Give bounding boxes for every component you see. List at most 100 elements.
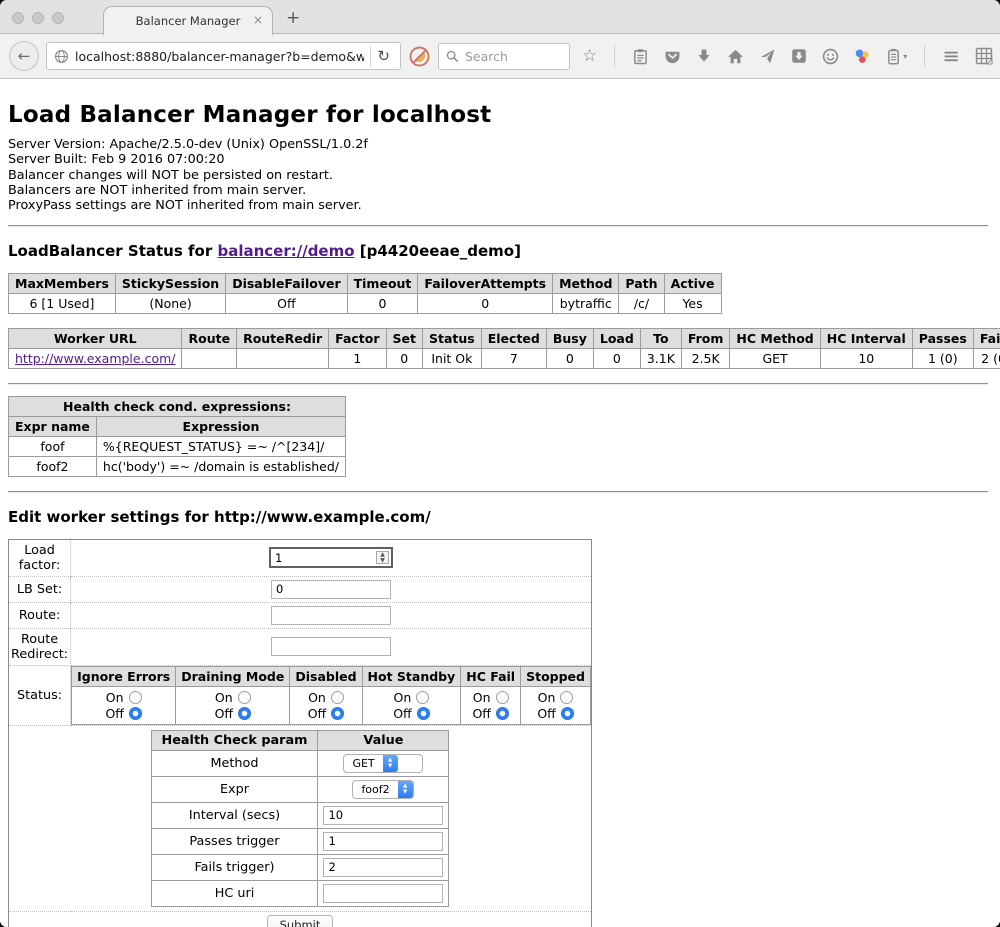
download-icon[interactable] [696, 48, 712, 64]
home-icon[interactable] [727, 48, 744, 65]
zoom-window-button[interactable] [52, 12, 64, 24]
radio-off-selected[interactable] [561, 707, 574, 720]
radio-on[interactable] [129, 691, 142, 704]
address-bar[interactable]: localhost:8880/balancer-manager?b=demo&w… [46, 42, 401, 70]
fails-input[interactable] [323, 858, 443, 877]
radio-off-label: Off [472, 706, 490, 721]
radio-off-selected[interactable] [417, 707, 430, 720]
cell: 6 [1 Used] [9, 293, 116, 313]
tab-balancer-manager[interactable]: Balancer Manager × [103, 6, 273, 35]
pocket-icon[interactable] [664, 48, 681, 65]
toolbar-buttons: ☆ [582, 45, 993, 67]
cell: 0 [546, 348, 593, 368]
cell: 1 (0) [912, 348, 973, 368]
route-redirect-input[interactable] [271, 637, 391, 656]
shield-block-icon[interactable] [408, 45, 431, 68]
radio-on[interactable] [238, 691, 251, 704]
radio-off-label: Off [308, 706, 326, 721]
download-square-icon[interactable] [791, 48, 807, 64]
status-radio-cell: On Off [176, 686, 290, 724]
hc-uri-input[interactable] [323, 884, 443, 903]
cell: /c/ [619, 293, 664, 313]
cell: GET [730, 348, 820, 368]
column-header: HC Interval [820, 328, 912, 348]
radio-on[interactable] [331, 691, 344, 704]
menu-icon[interactable]: ≡ [942, 48, 960, 65]
hc-row-interval: Interval (secs) [151, 802, 449, 828]
edit-worker-form: Load factor: ▲▼ LB Set: Route: [8, 539, 592, 927]
tab-bar: Balancer Manager × + [0, 0, 1000, 34]
cell: (None) [115, 293, 225, 313]
submit-button[interactable]: Submit [267, 915, 334, 927]
worker-data-row: http://www.example.com/ 10Init Ok7003.1K… [9, 348, 1000, 368]
hc-params-table: Health Check param Value Method GET ▲▼ [151, 730, 450, 907]
column-header: HC Method [730, 328, 820, 348]
page-content: Load Balancer Manager for localhost Serv… [0, 79, 1000, 927]
field-label: Route Redirect: [9, 628, 71, 665]
column-header: Timeout [347, 273, 418, 293]
radio-on[interactable] [496, 691, 509, 704]
radio-off-selected[interactable] [496, 707, 509, 720]
column-header: Active [664, 273, 721, 293]
worker-url-link[interactable]: http://www.example.com/ [15, 351, 175, 366]
send-icon[interactable] [759, 48, 776, 65]
passes-input[interactable] [323, 832, 443, 851]
lb-set-input[interactable] [271, 580, 391, 599]
balancer-link[interactable]: balancer://demo [217, 242, 354, 260]
smiley-icon[interactable] [822, 48, 839, 65]
clipboard-icon[interactable] [632, 48, 649, 65]
window-controls [12, 12, 64, 24]
cell: 0 [386, 348, 422, 368]
expr-name-cell: foof2 [9, 456, 97, 476]
edit-worker-heading: Edit worker settings for http://www.exam… [8, 508, 988, 526]
radio-on-label: On [538, 690, 556, 705]
back-button[interactable]: ← [9, 41, 39, 71]
radio-off-selected[interactable] [129, 707, 142, 720]
form-row-submit: Submit [9, 911, 592, 927]
number-spinner-icon[interactable]: ▲▼ [376, 551, 389, 564]
cell: 0 [418, 293, 553, 313]
column-header: Path [619, 273, 664, 293]
new-tab-button[interactable]: + [286, 8, 300, 28]
back-arrow-icon: ← [18, 47, 31, 65]
server-built-line: Server Built: Feb 9 2016 07:00:20 [8, 152, 988, 167]
load-factor-input[interactable] [269, 547, 393, 568]
form-row-route: Route: [9, 602, 592, 628]
status-column-header: Draining Mode [176, 666, 290, 686]
url-text[interactable]: localhost:8880/balancer-manager?b=demo&w… [75, 49, 364, 64]
column-header: Route [182, 328, 237, 348]
cell: 0 [593, 348, 640, 368]
status-column-header: Disabled [290, 666, 362, 686]
search-field[interactable]: Search [438, 43, 570, 70]
page-title: Load Balancer Manager for localhost [8, 102, 988, 128]
radio-on[interactable] [560, 691, 573, 704]
column-header: MaxMembers [9, 273, 116, 293]
column-header: Passes [912, 328, 973, 348]
param-label: Interval (secs) [151, 802, 318, 828]
radio-off-selected[interactable] [331, 707, 344, 720]
minimize-window-button[interactable] [32, 12, 44, 24]
bookmark-star-icon[interactable]: ☆ [582, 48, 597, 65]
method-select[interactable]: GET ▲▼ [343, 754, 423, 773]
expr-select[interactable]: foof2 ▲▼ [352, 780, 414, 799]
grid-icon[interactable] [975, 47, 993, 65]
hc-row-fails: Fails trigger) [151, 854, 449, 880]
column-header: Expression [96, 416, 345, 436]
color-dots-icon[interactable] [854, 48, 871, 65]
radio-off-selected[interactable] [238, 707, 251, 720]
reload-icon[interactable]: ↻ [370, 46, 396, 67]
route-input[interactable] [271, 606, 391, 625]
column-header: RouteRedir [237, 328, 329, 348]
close-window-button[interactable] [12, 12, 24, 24]
status-header-row: Ignore ErrorsDraining ModeDisabledHot St… [72, 666, 591, 686]
column-header: Factor [329, 328, 386, 348]
chevron-down-icon[interactable]: ▾ [903, 52, 907, 61]
tab-close-icon[interactable]: × [253, 14, 263, 26]
column-header: Method [553, 273, 619, 293]
toolbar-separator [614, 45, 615, 67]
divider [8, 491, 988, 493]
battery-icon[interactable]: ▾ [886, 48, 907, 65]
cell: 1 [329, 348, 386, 368]
radio-on[interactable] [416, 691, 429, 704]
interval-input[interactable] [323, 806, 443, 825]
